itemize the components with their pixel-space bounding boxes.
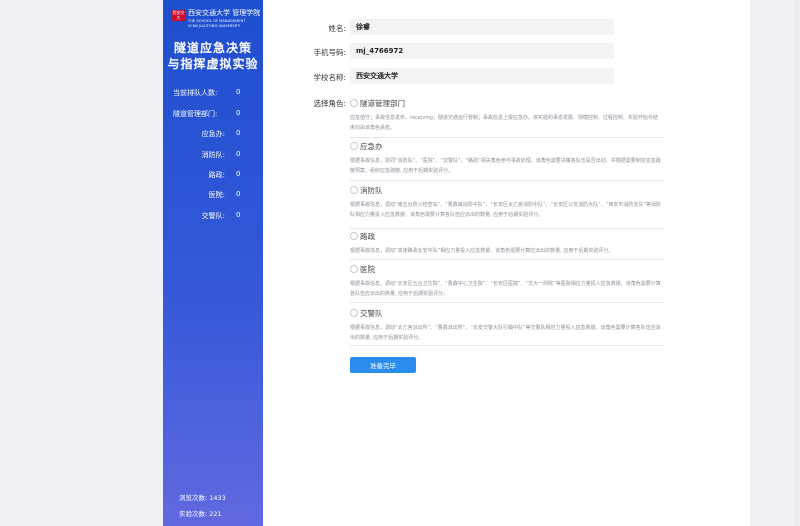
university-badge-icon: 西安交大	[171, 10, 186, 21]
experiment-count: 实验次数: 221	[179, 510, 222, 518]
logo-english-line-1: THE SCHOOL OF MANAGEMENT	[188, 19, 246, 23]
role-description: 根据事故信息，调动“南五台防火检查站”、“曹鑫镇消防中队”、“长安区太乙宫消防中…	[350, 202, 661, 218]
logo-english-name: THE SCHOOL OF MANAGEMENT XI'AN JIAOTONG …	[188, 19, 246, 28]
school-logo: 西安交大 西安交通大学 管理学院 THE SCHOOL OF MANAGEMEN…	[171, 8, 261, 32]
radio-icon[interactable]	[350, 265, 358, 273]
role-description: 根据事故信息，调动“太乙宫派出所”、“曹鑫派出所”、“长安交警大队引镇中队”等交…	[350, 325, 661, 341]
school-label: 学校名称:	[313, 73, 346, 82]
role-label: 选择角色:	[313, 99, 346, 108]
role-option-road-admin[interactable]: 路政 根据事故信息，调动“高速路政长安中队”相应力量投入应急救援。该角色需要计算…	[350, 231, 662, 256]
role-description: 应急值守；事故信息发布、receiving；隧道交通运行管制；事故信息上报应急办…	[350, 115, 658, 131]
ready-button[interactable]: 准备完毕	[350, 357, 416, 373]
title-line-2: 与指挥虚拟实验	[167, 57, 259, 71]
sidebar: 西安交大 西安交通大学 管理学院 THE SCHOOL OF MANAGEMEN…	[163, 0, 263, 526]
phone-label: 手机号码:	[313, 48, 346, 57]
divider	[350, 180, 664, 181]
title-line-1: 隧道应急决策	[173, 41, 252, 55]
visit-count: 浏览次数: 1433	[179, 494, 226, 502]
registration-form: 姓名: 徐睿 手机号码: mj_4766972 学校名称: 西安交通大学 选择角…	[300, 0, 750, 526]
role-description: 根据事故信息，调动“高速路政长安中队”相应力量投入应急救援。该角色需要计算应派出…	[350, 248, 614, 254]
logo-chinese-name: 西安交通大学 管理学院	[188, 9, 261, 17]
divider	[350, 345, 664, 346]
divider	[350, 137, 664, 138]
phone-field[interactable]: mj_4766972	[350, 43, 614, 59]
logo-english-line-2: XI'AN JIAOTONG UNIVERSITY	[188, 23, 241, 28]
name-label: 姓名:	[328, 24, 346, 33]
radio-icon[interactable]	[350, 309, 358, 317]
divider	[350, 228, 664, 229]
radio-icon[interactable]	[350, 142, 358, 150]
scrollbar[interactable]	[794, 0, 800, 526]
role-option-traffic-police[interactable]: 交警队 根据事故信息，调动“太乙宫派出所”、“曹鑫派出所”、“长安交警大队引镇中…	[350, 308, 662, 343]
role-option-hospital[interactable]: 医院 根据事故信息，调动“长安区五台卫生院”、“曹鑫中心卫生院”、“长安区医院”…	[350, 264, 662, 299]
page-title: 隧道应急决策 与指挥虚拟实验	[163, 40, 263, 72]
name-field[interactable]: 徐睿	[350, 19, 614, 35]
role-option-emergency-office[interactable]: 应急办 根据事故信息，协同“消防队”、“医院”、“交警队”、“路政”相关角色参与…	[350, 141, 662, 176]
radio-icon[interactable]	[350, 99, 358, 107]
divider	[350, 302, 664, 303]
role-description: 根据事故信息，调动“长安区五台卫生院”、“曹鑫中心卫生院”、“长安区医院”、“交…	[350, 281, 661, 297]
role-description: 根据事故信息，协同“消防队”、“医院”、“交警队”、“路政”相关角色参与事故处理…	[350, 158, 661, 174]
role-option-fire-brigade[interactable]: 消防队 根据事故信息，调动“南五台防火检查站”、“曹鑫镇消防中队”、“长安区太乙…	[350, 185, 662, 220]
main-panel: 西安交大 西安交通大学 管理学院 THE SCHOOL OF MANAGEMEN…	[163, 0, 750, 526]
radio-icon[interactable]	[350, 186, 358, 194]
divider	[350, 259, 664, 260]
school-field[interactable]: 西安交通大学	[350, 68, 614, 84]
role-option-tunnel-management[interactable]: 隧道管理部门 应急值守；事故信息发布、receiving；隧道交通运行管制；事故…	[350, 98, 662, 133]
radio-icon[interactable]	[350, 232, 358, 240]
